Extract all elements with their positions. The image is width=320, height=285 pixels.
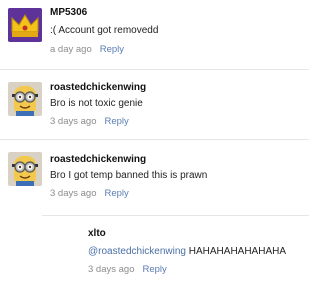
- crown-avatar-icon[interactable]: [8, 8, 42, 42]
- comment-username[interactable]: xlto: [88, 228, 106, 239]
- user-mention-link[interactable]: @roastedchickenwing: [88, 246, 186, 257]
- comment-meta: a day ago Reply: [50, 44, 124, 55]
- comment-timestamp: 3 days ago: [50, 188, 97, 199]
- comment-timestamp: 3 days ago: [50, 116, 97, 127]
- comment-text: :( Account got removedd: [50, 25, 159, 36]
- comment-username[interactable]: roastedchickenwing: [50, 154, 146, 165]
- comment-item: roastedchickenwing Bro I got temp banned…: [8, 148, 308, 206]
- comment-meta: 3 days ago Reply: [50, 116, 129, 127]
- reply-button[interactable]: Reply: [142, 264, 166, 275]
- reply-button[interactable]: Reply: [100, 44, 124, 55]
- minion-avatar-icon[interactable]: [8, 152, 42, 186]
- reply-button[interactable]: Reply: [104, 188, 128, 199]
- reply-item: xlto @roastedchickenwing HAHAHAHAHAHAHA …: [88, 226, 308, 282]
- comment-username[interactable]: roastedchickenwing: [50, 82, 146, 93]
- comment-username[interactable]: MP5306: [50, 7, 87, 18]
- comment-item: roastedchickenwing Bro is not toxic geni…: [8, 78, 308, 136]
- comment-text: @roastedchickenwing HAHAHAHAHAHAHA: [88, 246, 286, 257]
- comment-text: Bro I got temp banned this is prawn: [50, 170, 208, 181]
- comment-meta: 3 days ago Reply: [88, 264, 167, 275]
- comment-meta: 3 days ago Reply: [50, 188, 129, 199]
- comment-text: Bro is not toxic genie: [50, 98, 143, 109]
- comment-separator: [0, 69, 309, 70]
- reply-body: HAHAHAHAHAHAHA: [188, 246, 287, 257]
- comment-timestamp: 3 days ago: [88, 264, 135, 275]
- comment-item: MP5306 :( Account got removedd a day ago…: [8, 4, 308, 62]
- reply-separator: [42, 215, 309, 216]
- reply-button[interactable]: Reply: [104, 116, 128, 127]
- minion-avatar-icon[interactable]: [8, 82, 42, 116]
- comment-timestamp: a day ago: [50, 44, 92, 55]
- comment-separator: [0, 139, 309, 140]
